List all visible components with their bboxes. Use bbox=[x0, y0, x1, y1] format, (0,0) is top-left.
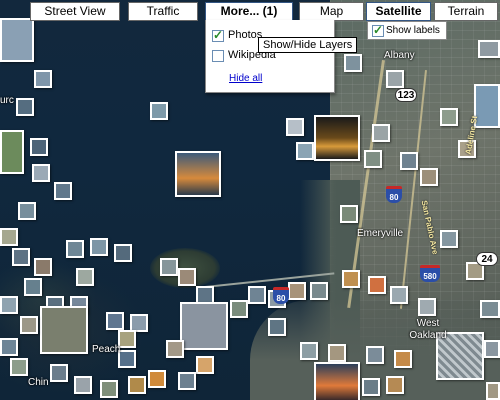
photo-thumbnail[interactable] bbox=[368, 276, 386, 294]
photo-thumbnail[interactable] bbox=[296, 142, 314, 160]
photo-thumbnail[interactable] bbox=[166, 340, 184, 358]
layers-tooltip: Show/Hide Layers bbox=[258, 37, 358, 53]
show-labels-label: Show labels bbox=[386, 25, 440, 36]
photo-thumbnail[interactable] bbox=[386, 70, 404, 88]
more-layers-panel: Photos Wikipedia Hide all bbox=[205, 20, 335, 93]
photo-thumbnail[interactable] bbox=[160, 258, 178, 276]
photo-thumbnail[interactable] bbox=[148, 370, 166, 388]
street-view-button[interactable]: Street View bbox=[30, 2, 120, 21]
photo-thumbnail[interactable] bbox=[90, 238, 108, 256]
photo-thumbnail[interactable] bbox=[248, 286, 266, 304]
photo-thumbnail[interactable] bbox=[478, 40, 500, 58]
photo-thumbnail[interactable] bbox=[268, 318, 286, 336]
photo-thumbnail[interactable] bbox=[180, 302, 228, 350]
photo-thumbnail[interactable] bbox=[390, 286, 408, 304]
photo-thumbnail[interactable] bbox=[0, 296, 18, 314]
photo-thumbnail[interactable] bbox=[10, 358, 28, 376]
photo-thumbnail[interactable] bbox=[128, 376, 146, 394]
photo-thumbnail[interactable] bbox=[34, 258, 52, 276]
place-label-albany: Albany bbox=[384, 50, 415, 61]
hide-all-link[interactable]: Hide all bbox=[229, 73, 262, 84]
place-label-fur: urc bbox=[0, 95, 14, 106]
photo-thumbnail[interactable] bbox=[118, 350, 136, 368]
photo-thumbnail[interactable] bbox=[400, 152, 418, 170]
show-labels-checkbox[interactable] bbox=[372, 23, 384, 37]
terrain-button[interactable]: Terrain bbox=[434, 2, 498, 21]
photo-thumbnail[interactable] bbox=[0, 18, 34, 62]
photo-thumbnail[interactable] bbox=[480, 300, 500, 318]
photo-thumbnail[interactable] bbox=[16, 98, 34, 116]
photo-thumbnail[interactable] bbox=[286, 118, 304, 136]
wikipedia-checkbox[interactable] bbox=[212, 50, 224, 62]
photo-thumbnail[interactable] bbox=[50, 364, 68, 382]
photo-thumbnail[interactable] bbox=[54, 182, 72, 200]
photo-thumbnail[interactable] bbox=[0, 228, 18, 246]
photo-thumbnail[interactable] bbox=[20, 316, 38, 334]
photo-thumbnail[interactable] bbox=[118, 330, 136, 348]
photo-thumbnail[interactable] bbox=[440, 108, 458, 126]
photo-thumbnail[interactable] bbox=[372, 124, 390, 142]
show-labels-box[interactable]: Show labels bbox=[367, 21, 447, 40]
photo-thumbnail[interactable] bbox=[12, 248, 30, 266]
place-label-chin: Chin bbox=[28, 377, 49, 388]
photo-thumbnail[interactable] bbox=[394, 350, 412, 368]
photo-thumbnail[interactable] bbox=[314, 362, 360, 400]
photo-thumbnail[interactable] bbox=[76, 268, 94, 286]
satellite-button[interactable]: Satellite bbox=[366, 2, 431, 21]
photo-thumbnail[interactable] bbox=[342, 270, 360, 288]
photo-thumbnail[interactable] bbox=[300, 342, 318, 360]
photo-thumbnail[interactable] bbox=[18, 202, 36, 220]
photo-thumbnail[interactable] bbox=[100, 380, 118, 398]
photo-thumbnail[interactable] bbox=[196, 356, 214, 374]
more-button[interactable]: More... (1) bbox=[205, 2, 293, 21]
photo-thumbnail[interactable] bbox=[328, 344, 346, 362]
photo-thumbnail[interactable] bbox=[288, 282, 306, 300]
photo-thumbnail[interactable] bbox=[114, 244, 132, 262]
photo-thumbnail[interactable] bbox=[0, 130, 24, 174]
photo-thumbnail[interactable] bbox=[0, 338, 18, 356]
route-shield-icon: 24 bbox=[476, 252, 498, 266]
photo-thumbnail[interactable] bbox=[314, 115, 360, 161]
place-label-emeryville: Emeryville bbox=[357, 228, 404, 239]
interstate-shield-icon: 80 bbox=[273, 287, 289, 304]
photo-thumbnail[interactable] bbox=[40, 306, 88, 354]
photo-thumbnail[interactable] bbox=[24, 278, 42, 296]
map-button[interactable]: Map bbox=[299, 2, 364, 21]
photo-thumbnail[interactable] bbox=[178, 268, 196, 286]
photo-thumbnail[interactable] bbox=[486, 382, 500, 400]
place-label-peach: Peach bbox=[92, 344, 121, 355]
photo-thumbnail[interactable] bbox=[175, 151, 221, 197]
photo-thumbnail[interactable] bbox=[420, 168, 438, 186]
photo-thumbnail[interactable] bbox=[178, 372, 196, 390]
photo-thumbnail[interactable] bbox=[106, 312, 124, 330]
photo-thumbnail[interactable] bbox=[66, 240, 84, 258]
photos-checkbox[interactable] bbox=[212, 28, 224, 42]
interstate-shield-icon: 80 bbox=[386, 186, 402, 203]
route-shield-icon: 123 bbox=[395, 88, 417, 102]
photo-thumbnail[interactable] bbox=[150, 102, 168, 120]
photo-thumbnail[interactable] bbox=[362, 378, 380, 396]
place-label-west-oakland: West Oakland bbox=[409, 318, 447, 341]
photo-thumbnail[interactable] bbox=[310, 282, 328, 300]
photo-thumbnail[interactable] bbox=[344, 54, 362, 72]
photo-thumbnail[interactable] bbox=[418, 298, 436, 316]
photo-thumbnail[interactable] bbox=[34, 70, 52, 88]
photo-thumbnail[interactable] bbox=[440, 230, 458, 248]
photo-thumbnail[interactable] bbox=[74, 376, 92, 394]
photo-thumbnail[interactable] bbox=[364, 150, 382, 168]
photo-thumbnail[interactable] bbox=[366, 346, 384, 364]
photo-thumbnail[interactable] bbox=[32, 164, 50, 182]
photo-thumbnail[interactable] bbox=[230, 300, 248, 318]
interstate-shield-icon: 580 bbox=[420, 265, 440, 282]
photo-thumbnail[interactable] bbox=[386, 376, 404, 394]
photo-thumbnail[interactable] bbox=[30, 138, 48, 156]
traffic-button[interactable]: Traffic bbox=[128, 2, 198, 21]
photo-thumbnail[interactable] bbox=[340, 205, 358, 223]
photo-thumbnail[interactable] bbox=[484, 340, 500, 358]
